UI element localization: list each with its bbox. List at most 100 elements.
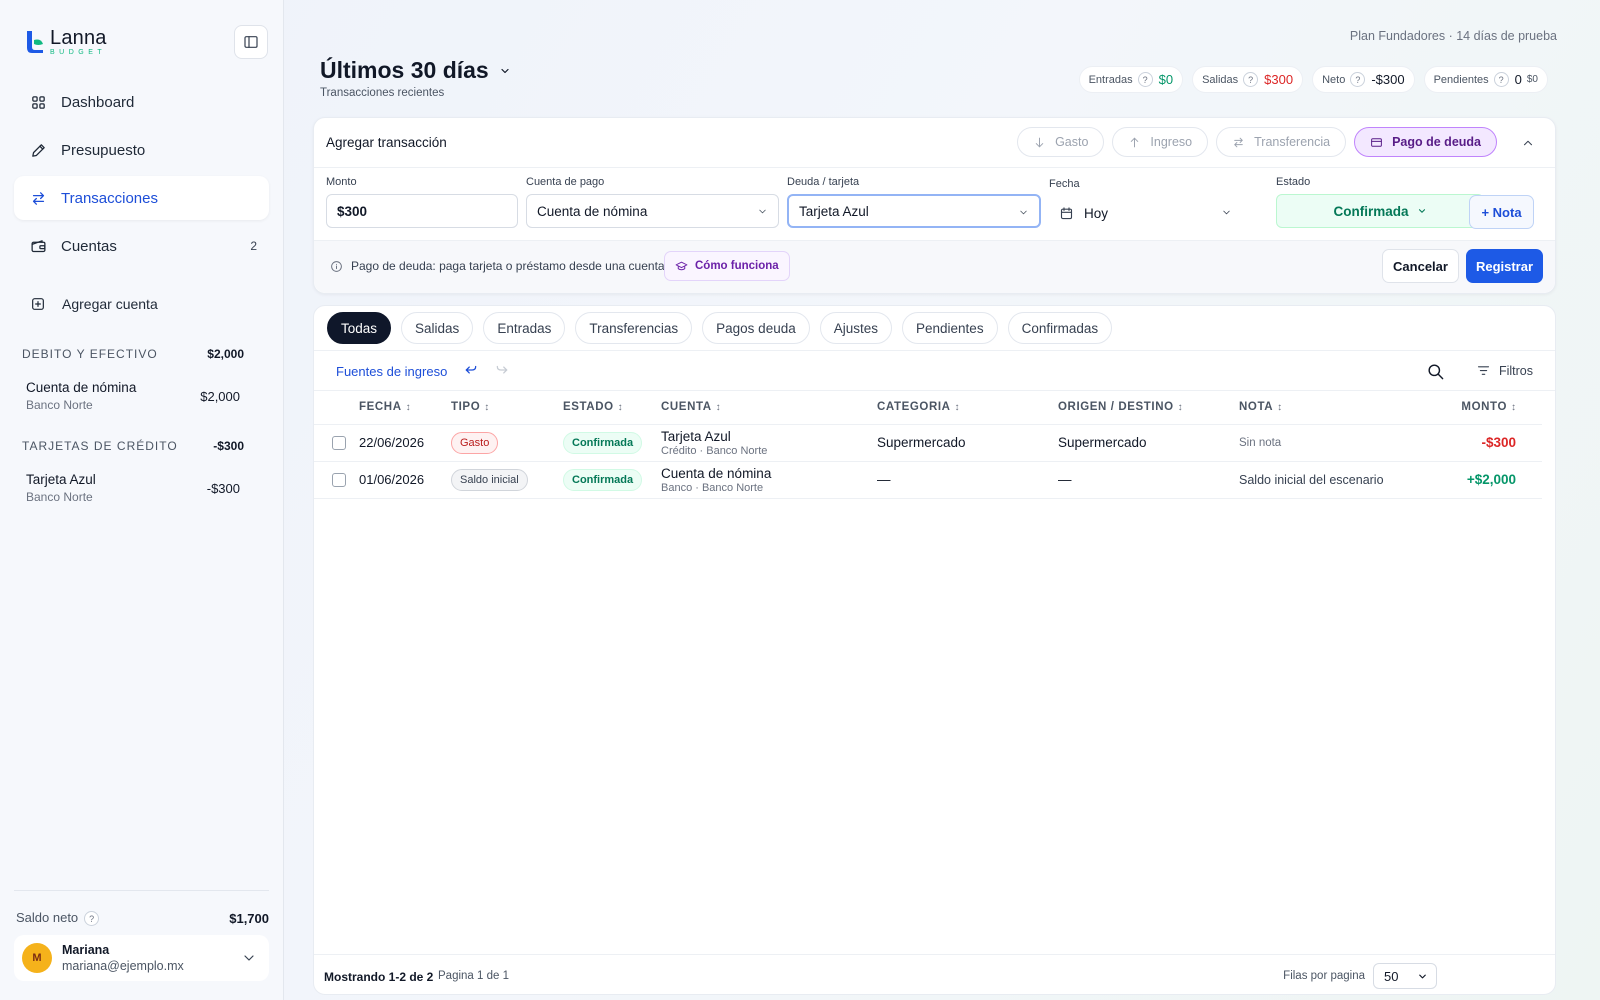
cancel-button[interactable]: Cancelar <box>1382 249 1459 283</box>
redo-icon[interactable] <box>495 363 509 377</box>
page-title: Últimos 30 días <box>320 57 489 83</box>
cell-monto: +$2,000 <box>1412 461 1542 499</box>
payment-account-select[interactable]: Cuenta de nómina <box>526 194 779 228</box>
col-origen-header[interactable]: ORIGEN / DESTINO ↕ <box>1058 391 1239 425</box>
date-picker[interactable]: Hoy <box>1049 196 1252 230</box>
tab-entradas[interactable]: Entradas <box>483 312 566 344</box>
income-sources-link[interactable]: Fuentes de ingreso <box>336 364 447 379</box>
wallet-icon <box>31 239 46 252</box>
kpi-label: Pendientes <box>1433 73 1489 86</box>
col-categoria-header[interactable]: CATEGORIA ↕ <box>877 391 1058 425</box>
chevron-down-icon <box>244 955 254 961</box>
brand-logo[interactable]: Lanna BUDGET <box>24 28 107 56</box>
register-button[interactable]: Registrar <box>1466 249 1543 283</box>
column-label: ORIGEN / DESTINO <box>1058 401 1174 414</box>
chevron-down-icon <box>1417 971 1428 982</box>
type-pago-deuda-button[interactable]: Pago de deuda <box>1354 127 1497 157</box>
status-select[interactable]: Confirmada <box>1276 194 1484 228</box>
nav-item-dashboard[interactable]: Dashboard <box>14 80 269 124</box>
rows-per-page-select[interactable]: 50 <box>1373 963 1437 989</box>
field-label: Fecha <box>1049 178 1080 190</box>
how-it-works-button[interactable]: Cómo funciona <box>664 251 790 281</box>
help-icon[interactable]: ? <box>1137 72 1153 87</box>
row-checkbox[interactable] <box>332 435 346 450</box>
arrow-down-icon <box>1035 137 1044 147</box>
sort-icon: ↕ <box>405 402 411 414</box>
period-selector[interactable]: Últimos 30 días <box>320 57 511 84</box>
add-note-button[interactable]: + Nota <box>1469 195 1534 229</box>
col-tipo-header[interactable]: TIPO ↕ <box>451 391 563 425</box>
col-cuenta-header[interactable]: CUENTA ↕ <box>661 391 877 425</box>
column-label: NOTA <box>1239 401 1274 414</box>
nav-item-transacciones[interactable]: Transacciones <box>14 176 269 220</box>
help-icon[interactable]: ? <box>84 911 100 927</box>
col-fecha-header[interactable]: FECHA ↕ <box>359 391 451 425</box>
debt-card-select[interactable]: Tarjeta Azul <box>787 194 1041 228</box>
amount-input[interactable]: $300 <box>326 194 518 228</box>
chevron-down-icon <box>1221 207 1242 218</box>
tab-pagos-deuda[interactable]: Pagos deuda <box>702 312 810 344</box>
col-estado-header[interactable]: ESTADO ↕ <box>563 391 661 425</box>
brand-name: Lanna <box>50 27 107 49</box>
tab-transferencias[interactable]: Transferencias <box>575 312 693 344</box>
table-row[interactable]: 01/06/2026 Saldo inicial Confirmada Cuen… <box>314 461 1542 499</box>
account-item-nomina[interactable]: Cuenta de nómina Banco Norte $2,000 <box>26 380 240 412</box>
type-gasto-button[interactable]: Gasto <box>1017 127 1105 157</box>
help-icon[interactable]: ? <box>1493 72 1509 87</box>
kpi-entradas: Entradas? $0 <box>1078 66 1184 93</box>
column-label: CATEGORIA <box>877 401 951 414</box>
chevron-up-icon[interactable] <box>1521 136 1535 150</box>
date-field-group: Fecha Hoy <box>1049 176 1252 230</box>
help-icon[interactable]: ? <box>1350 72 1366 87</box>
tab-salidas[interactable]: Salidas <box>401 312 474 344</box>
add-account-button[interactable]: Agregar cuenta <box>30 296 158 312</box>
tab-pendientes[interactable]: Pendientes <box>902 312 998 344</box>
filters-label: Filtros <box>1498 363 1533 378</box>
sort-icon: ↕ <box>715 402 721 414</box>
cell-cuenta: Tarjeta Azul <box>661 428 731 444</box>
net-balance-label: Saldo neto <box>16 910 79 925</box>
kpi-neto: Neto? -$300 <box>1312 66 1415 93</box>
avatar: M <box>22 943 52 973</box>
nav-item-label: Cuentas <box>61 237 117 255</box>
select-value: Cuenta de nómina <box>537 203 648 219</box>
table-row[interactable]: 22/06/2026 Gasto Confirmada Tarjeta Azul… <box>314 424 1542 462</box>
page-subtitle: Transacciones recientes <box>320 87 445 99</box>
net-balance-value: $1,700 <box>229 910 269 926</box>
accounts-count-badge: 2 <box>250 239 257 253</box>
tab-todas[interactable]: Todas <box>327 312 392 344</box>
sidebar: Lanna BUDGET Dashboard Presupuesto Trans… <box>0 0 284 1000</box>
nav-item-presupuesto[interactable]: Presupuesto <box>14 128 269 172</box>
cell-monto: -$300 <box>1412 424 1542 462</box>
sort-icon: ↕ <box>484 402 490 414</box>
row-checkbox[interactable] <box>332 472 346 487</box>
account-balance: $2,000 <box>200 389 240 404</box>
cell-fecha: 01/06/2026 <box>359 461 451 499</box>
sort-icon: ↕ <box>617 402 623 414</box>
main-nav: Dashboard Presupuesto Transacciones Cuen… <box>14 80 269 272</box>
kpi-summary: Entradas? $0 Salidas? $300 Neto? -$300 P… <box>1078 66 1548 93</box>
help-icon[interactable]: ? <box>1243 72 1259 87</box>
undo-icon[interactable] <box>464 363 478 377</box>
debt-payment-info: Pago de deuda: paga tarjeta o préstamo d… <box>330 259 665 273</box>
tab-ajustes[interactable]: Ajustes <box>819 312 893 344</box>
search-button[interactable] <box>1426 362 1445 381</box>
type-ingreso-button[interactable]: Ingreso <box>1112 127 1209 157</box>
column-label: MONTO <box>1461 401 1507 414</box>
tab-confirmadas[interactable]: Confirmadas <box>1007 312 1113 344</box>
user-menu[interactable]: M Mariana mariana@ejemplo.mx <box>14 935 269 981</box>
sidebar-toggle-button[interactable] <box>234 25 268 59</box>
col-monto-header[interactable]: MONTO ↕ <box>1412 391 1542 425</box>
add-transaction-title: Agregar transacción <box>326 135 447 150</box>
pencil-icon <box>32 143 45 157</box>
filters-button[interactable]: Filtros <box>1476 363 1533 378</box>
sort-icon: ↕ <box>1277 402 1283 414</box>
col-nota-header[interactable]: NOTA ↕ <box>1239 391 1412 425</box>
cell-cuenta-sub: Crédito · Banco Norte <box>661 444 768 457</box>
cell-origen: — <box>1058 461 1239 499</box>
account-item-tarjeta-azul[interactable]: Tarjeta Azul Banco Norte -$300 <box>26 472 240 504</box>
amount-field-group: Monto $300 <box>326 176 518 228</box>
kpi-value: -$300 <box>1371 72 1405 87</box>
nav-item-cuentas[interactable]: Cuentas 2 <box>14 224 269 268</box>
type-transferencia-button[interactable]: Transferencia <box>1216 127 1347 157</box>
